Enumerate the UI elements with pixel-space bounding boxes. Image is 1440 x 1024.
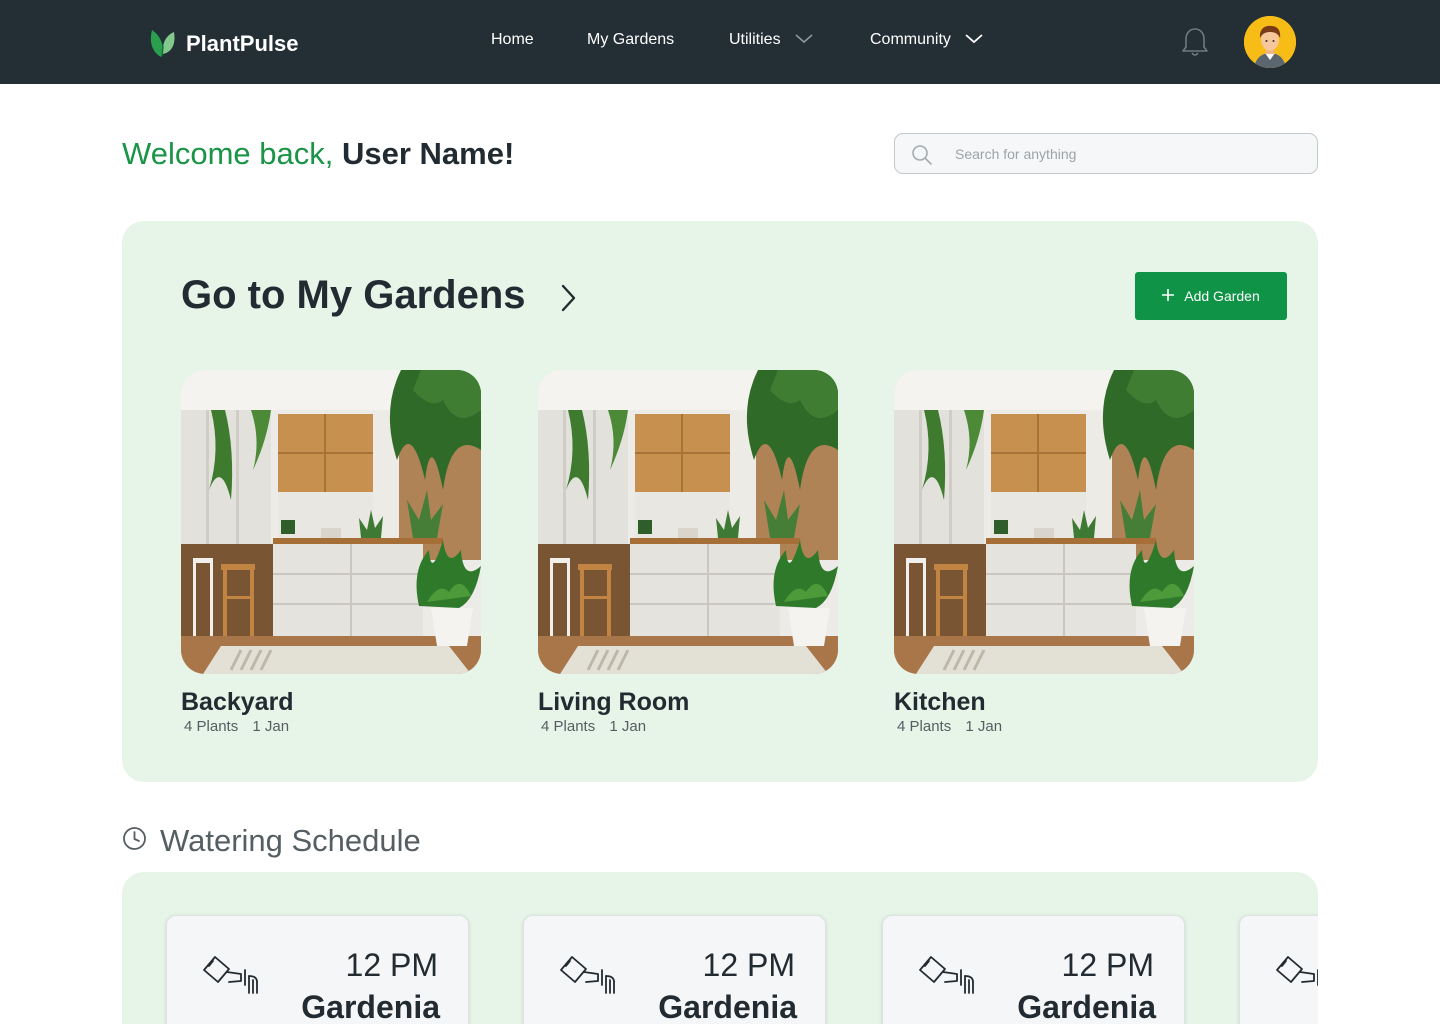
watering-time: 12 PM (345, 947, 438, 983)
search-input[interactable] (955, 134, 1305, 173)
garden-plant-count: 4 Plants (897, 718, 952, 735)
garden-plant-count: 4 Plants (184, 718, 239, 735)
watering-plant: Gardenia (658, 989, 797, 1024)
garden-name: Kitchen (894, 688, 986, 716)
welcome-heading: Welcome back, User Name! (122, 136, 514, 172)
garden-image (538, 370, 838, 674)
add-garden-button[interactable]: Add Garden (1135, 272, 1287, 320)
nav-utilities-label: Utilities (729, 31, 781, 48)
nav-community-label: Community (870, 31, 951, 48)
garden-meta: 4 Plants 1 Jan (184, 718, 481, 735)
garden-card-kitchen[interactable]: Kitchen 4 Plants 1 Jan (894, 370, 1194, 735)
watering-time: 12 PM (702, 947, 795, 983)
top-navbar: PlantPulse Home My Gardens Utilities Com… (0, 0, 1440, 84)
watering-time: 12 PM (1061, 947, 1154, 983)
garden-card-living-room[interactable]: Living Room 4 Plants 1 Jan (538, 370, 838, 735)
clock-icon (122, 826, 147, 856)
nav-my-gardens-label: My Gardens (587, 31, 675, 48)
watering-can-icon (201, 952, 261, 996)
watering-can-icon (558, 952, 618, 996)
garden-image (894, 370, 1194, 674)
watering-plant: Gardenia (1017, 989, 1156, 1024)
garden-date: 1 Jan (609, 718, 647, 735)
garden-name: Backyard (181, 688, 294, 716)
watering-card[interactable]: 12 PM Gardenia (166, 915, 469, 1024)
nav-my-gardens[interactable]: My Gardens (587, 31, 674, 49)
brand-name: PlantPulse (186, 30, 299, 56)
nav-home[interactable]: Home (491, 31, 534, 49)
garden-image (181, 370, 481, 674)
watering-card[interactable]: 12 PM Gardenia (882, 915, 1185, 1024)
avatar[interactable] (1244, 16, 1296, 68)
search-bar[interactable] (894, 133, 1318, 174)
welcome-prefix: Welcome back, (122, 136, 334, 171)
welcome-user-name: User Name! (341, 136, 515, 171)
plus-icon (1162, 288, 1175, 304)
garden-date: 1 Jan (965, 718, 1003, 735)
bell-icon[interactable] (1181, 26, 1209, 63)
nav-utilities[interactable]: Utilities (729, 31, 813, 49)
watering-plant: Gardenia (301, 989, 440, 1024)
brand-logo[interactable]: PlantPulse (148, 24, 298, 63)
garden-card-backyard[interactable]: Backyard 4 Plants 1 Jan (181, 370, 481, 735)
garden-date: 1 Jan (252, 718, 290, 735)
garden-plant-count: 4 Plants (541, 718, 596, 735)
watering-card[interactable] (1239, 915, 1318, 1024)
add-garden-label: Add Garden (1184, 288, 1260, 304)
nav-community[interactable]: Community (870, 31, 983, 49)
chevron-down-icon (965, 31, 983, 49)
nav-home-label: Home (491, 31, 534, 48)
watering-can-icon (1274, 952, 1318, 996)
watering-schedule-title: Watering Schedule (160, 823, 421, 858)
watering-schedule-panel: 12 PM Gardenia 12 PM Gardenia 12 PM Gard… (122, 872, 1318, 1024)
watering-schedule-header: Watering Schedule (122, 823, 421, 859)
chevron-right-icon[interactable] (558, 283, 578, 318)
garden-name: Living Room (538, 688, 690, 716)
garden-meta: 4 Plants 1 Jan (897, 718, 1194, 735)
chevron-down-icon (795, 31, 813, 49)
gardens-title: Go to My Gardens (181, 273, 526, 317)
watering-can-icon (917, 952, 977, 996)
watering-card[interactable]: 12 PM Gardenia (523, 915, 826, 1024)
leaf-icon (148, 24, 178, 63)
my-gardens-panel: Go to My Gardens Add Garden Backyard 4 P… (122, 221, 1318, 782)
garden-meta: 4 Plants 1 Jan (541, 718, 838, 735)
